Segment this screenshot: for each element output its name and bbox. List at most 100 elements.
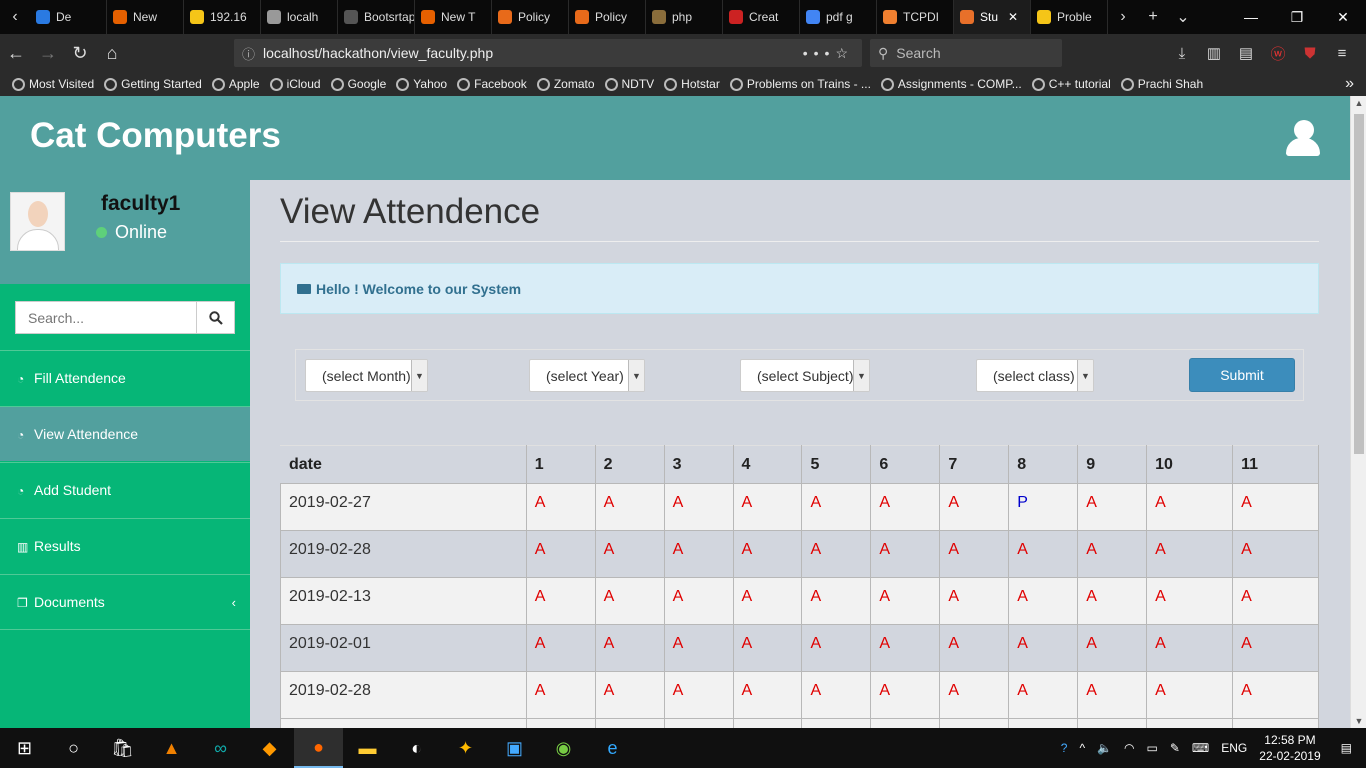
column-header-day[interactable]: 7 <box>939 445 1010 484</box>
scrollbar-thumb[interactable] <box>1354 114 1364 454</box>
sidebar-item-fill-attendence[interactable]: ◔ Fill Attendence <box>0 350 250 405</box>
new-tab-icon[interactable]: + <box>1138 8 1168 26</box>
volume-icon[interactable]: 🔈 <box>1097 741 1112 755</box>
bookmark-item[interactable]: iCloud <box>269 77 321 91</box>
browser-tab[interactable]: TCPDI <box>877 0 954 34</box>
battery-icon[interactable]: ▭ <box>1147 741 1158 755</box>
vlc-icon[interactable]: ▲ <box>147 728 196 768</box>
bookmark-item[interactable]: Assignments - COMP... <box>880 77 1022 91</box>
file-explorer-icon[interactable]: ▬ <box>343 728 392 768</box>
xampp-icon[interactable]: ✦ <box>441 728 490 768</box>
month-select[interactable]: (select Month) ▼ <box>305 359 428 392</box>
bookmark-item[interactable]: Hotstar <box>664 77 720 91</box>
clock[interactable]: 12:58 PM 22-02-2019 <box>1259 732 1320 764</box>
bookmark-item[interactable]: Facebook <box>457 77 527 91</box>
tab-scroll-left-icon[interactable]: ‹ <box>0 8 30 26</box>
browser-tab[interactable]: pdf g <box>800 0 877 34</box>
browser-tab[interactable]: php <box>646 0 723 34</box>
sublime-icon[interactable]: ◆ <box>245 728 294 768</box>
brand-title[interactable]: Cat Computers <box>30 116 281 156</box>
app-icon[interactable]: ◐ <box>392 728 441 768</box>
pen-icon[interactable]: ✎ <box>1170 741 1180 755</box>
browser-tab[interactable]: Policy <box>569 0 646 34</box>
internet-explorer-icon[interactable]: e <box>588 728 637 768</box>
extension-icon[interactable]: ⓦ <box>1262 43 1294 64</box>
android-studio-icon[interactable]: ◉ <box>539 728 588 768</box>
column-header-date[interactable]: date <box>280 445 527 484</box>
reload-icon[interactable]: ↻ <box>64 37 96 69</box>
browser-tab[interactable]: 192.16 <box>184 0 261 34</box>
url-bar[interactable]: ⓘ localhost/hackathon/view_faculty.php •… <box>234 39 862 67</box>
sidebar-item-documents[interactable]: ❐ Documents ‹ <box>0 574 250 629</box>
user-account-icon[interactable] <box>1286 120 1320 156</box>
restore-icon[interactable]: ❐ <box>1274 0 1320 34</box>
back-icon[interactable]: ← <box>0 37 32 69</box>
close-window-icon[interactable]: ✕ <box>1320 0 1366 34</box>
keyboard-icon[interactable]: ⌨ <box>1192 741 1209 755</box>
browser-tab[interactable]: localh <box>261 0 338 34</box>
page-scrollbar[interactable]: ▲ ▼ <box>1350 96 1366 728</box>
bookmark-item[interactable]: Apple <box>211 77 260 91</box>
bookmark-item[interactable]: Problems on Trains - ... <box>729 77 871 91</box>
column-header-day[interactable]: 1 <box>525 445 596 484</box>
home-icon[interactable]: ⌂ <box>96 37 128 69</box>
year-select[interactable]: (select Year) ▼ <box>529 359 645 392</box>
column-header-day[interactable]: 9 <box>1077 445 1148 484</box>
browser-tab[interactable]: New T <box>415 0 492 34</box>
close-tab-icon[interactable]: ✕ <box>1008 10 1018 24</box>
app-window-icon[interactable]: ▣ <box>490 728 539 768</box>
browser-tab[interactable]: De <box>30 0 107 34</box>
submit-button[interactable]: Submit <box>1189 358 1295 392</box>
chevron-up-icon[interactable]: ^ <box>1079 741 1085 755</box>
column-header-day[interactable]: 11 <box>1232 445 1319 484</box>
cortana-search-icon[interactable]: ○ <box>49 728 98 768</box>
ublock-icon[interactable]: ⛊ <box>1294 45 1326 62</box>
bookmark-item[interactable]: Getting Started <box>104 77 202 91</box>
minimize-icon[interactable]: — <box>1228 0 1274 34</box>
browser-tab[interactable]: Stu ✕ <box>954 0 1031 34</box>
sidebar-toggle-icon[interactable]: ▤ <box>1230 44 1262 62</box>
firefox-icon[interactable]: ● <box>294 728 343 768</box>
url-text[interactable]: localhost/hackathon/view_faculty.php <box>263 45 493 61</box>
column-header-day[interactable]: 6 <box>870 445 941 484</box>
tab-scroll-right-icon[interactable]: › <box>1108 8 1138 26</box>
store-icon[interactable]: 🛍 <box>98 728 147 768</box>
browser-tab[interactable]: Creat <box>723 0 800 34</box>
download-icon[interactable]: ⤓ <box>1166 45 1198 62</box>
column-header-day[interactable]: 2 <box>594 445 665 484</box>
column-header-day[interactable]: 5 <box>801 445 872 484</box>
bookmark-item[interactable]: Most Visited <box>12 77 94 91</box>
sidebar-search-input[interactable] <box>15 301 197 334</box>
windows-start-icon[interactable]: ⊞ <box>0 728 49 768</box>
arduino-icon[interactable]: ∞ <box>196 728 245 768</box>
page-info-icon[interactable]: ⓘ <box>242 44 255 63</box>
bookmark-item[interactable]: Google <box>330 77 386 91</box>
notifications-icon[interactable]: ▤ <box>1341 741 1352 755</box>
bookmarks-overflow-icon[interactable]: » <box>1345 75 1354 93</box>
column-header-day[interactable]: 8 <box>1008 445 1079 484</box>
language-indicator[interactable]: ENG <box>1221 741 1247 755</box>
bookmark-item[interactable]: Prachi Shah <box>1120 77 1203 91</box>
sidebar-item-add-student[interactable]: ◔ Add Student <box>0 462 250 517</box>
column-header-day[interactable]: 4 <box>732 445 803 484</box>
browser-tab[interactable]: Bootsrtap <box>338 0 415 34</box>
menu-icon[interactable]: ≡ <box>1326 45 1358 62</box>
bookmark-item[interactable]: NDTV <box>604 77 654 91</box>
browser-tab[interactable]: Proble <box>1031 0 1108 34</box>
wifi-icon[interactable]: ◠ <box>1124 741 1134 755</box>
bookmark-item[interactable]: Zomato <box>536 77 595 91</box>
sidebar-item-results[interactable]: ▥ Results <box>0 518 250 573</box>
column-header-day[interactable]: 10 <box>1146 445 1234 484</box>
bookmark-item[interactable]: C++ tutorial <box>1031 77 1111 91</box>
page-actions-icon[interactable]: •••☆ <box>803 45 854 62</box>
bookmark-item[interactable]: Yahoo <box>396 77 447 91</box>
library-icon[interactable]: ▥ <box>1198 44 1230 62</box>
class-select[interactable]: (select class) ▼ <box>976 359 1094 392</box>
scroll-down-icon[interactable]: ▼ <box>1351 716 1366 726</box>
sidebar-item-view-attendence[interactable]: ◔ View Attendence <box>0 406 250 461</box>
help-icon[interactable]: ? <box>1061 741 1068 755</box>
forward-icon[interactable]: → <box>32 37 64 69</box>
subject-select[interactable]: (select Subject) ▼ <box>740 359 870 392</box>
tab-list-icon[interactable]: ⌄ <box>1168 7 1198 27</box>
browser-tab[interactable]: Policy <box>492 0 569 34</box>
